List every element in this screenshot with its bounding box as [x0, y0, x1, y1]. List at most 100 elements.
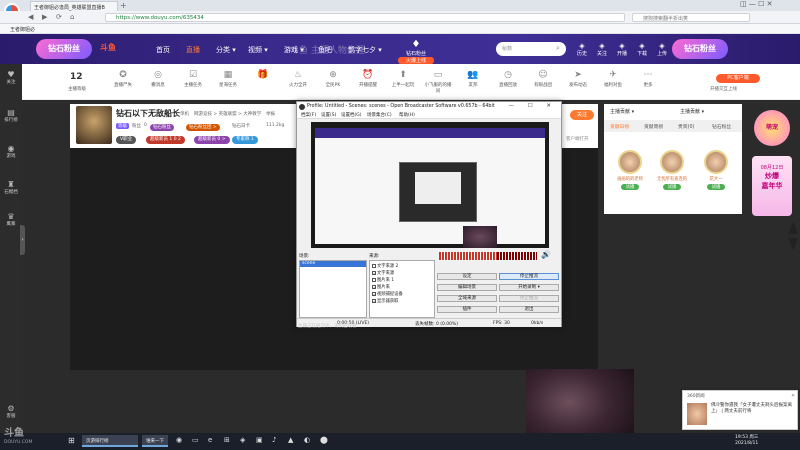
- taskbar-app-icon-6[interactable]: ♪: [272, 436, 276, 444]
- taskbar-task-1[interactable]: 页游排行榜: [82, 435, 138, 447]
- reload-icon[interactable]: ⟳: [56, 13, 62, 21]
- toolbar-item-6[interactable]: ⊕ 全民PK: [318, 70, 348, 88]
- follow-button[interactable]: ◈ 关注: [594, 42, 610, 57]
- nav-item-0[interactable]: 首页: [156, 45, 170, 55]
- toolbar-item-1[interactable]: ◎ 撒消息: [143, 70, 173, 88]
- history-button[interactable]: ◈ 历史: [574, 42, 590, 57]
- scroll-indicator-icon[interactable]: [786, 220, 800, 252]
- panel-tab-0[interactable]: 贡献日榜: [610, 123, 629, 130]
- obs-window-controls[interactable]: — ☐ ✕: [508, 103, 557, 109]
- browser-tab[interactable]: 王者御姐必逢局_英雄联盟直播B: [30, 1, 118, 11]
- header-right-badge[interactable]: 钻石粉丝: [672, 39, 728, 59]
- toolbar-item-0[interactable]: ✪ 直播尸失: [108, 70, 138, 88]
- new-tab-icon[interactable]: +: [120, 1, 127, 10]
- panel-header-left[interactable]: 主播贡献 ▾: [610, 108, 634, 115]
- follow-button[interactable]: 关注: [570, 110, 594, 120]
- sidebar-item-0[interactable]: ♥ 关注: [0, 70, 22, 85]
- sidebar-item-5[interactable]: ⚙ 客服: [0, 404, 22, 419]
- toolbar-item-4[interactable]: 🎁: [248, 70, 278, 82]
- obs-right-button-0[interactable]: 停止推流: [499, 273, 559, 280]
- douyu-logo[interactable]: 斗鱼: [100, 42, 116, 53]
- window-controls[interactable]: ◫ — ☐ ✕: [740, 0, 772, 8]
- sources-list[interactable]: 文字来源 2 ✓文字来源 图片来 1 ✓图片来 ✓视频捕捉设备 ✓显示器获取: [369, 260, 435, 318]
- news-notification[interactable]: 360新闻 ✕ 佛冷警你遇我「女子遭丈夫剃头后报案离上」 | 两丈夫前行将: [682, 390, 798, 430]
- start-icon[interactable]: ⊞: [68, 436, 75, 445]
- rank-item-0[interactable]: 画画的的老师 试播: [614, 150, 646, 190]
- chip-fans-club[interactable]: 钻石粉丝团 >: [186, 124, 220, 131]
- source-item-2[interactable]: 图片来 1: [372, 277, 394, 283]
- toolbar-item-13[interactable]: ➤ 发布动态: [563, 70, 593, 88]
- browser-search-input[interactable]: 搜狗搜索翻半折出笑: [632, 13, 750, 22]
- panel-tab-3[interactable]: 钻石粉丝: [712, 123, 731, 130]
- back-icon[interactable]: ◀: [28, 13, 33, 21]
- taskbar-app-icon-7[interactable]: ▲: [288, 436, 293, 444]
- taskbar-app-icon-8[interactable]: ◐: [304, 436, 310, 444]
- streamer-tag-2[interactable]: 超级新员 0 >: [194, 136, 230, 144]
- forward-icon[interactable]: ▶: [42, 13, 47, 21]
- report-link[interactable]: 举报: [266, 111, 275, 117]
- toolbar-item-2[interactable]: ☑ 主播任务: [178, 70, 208, 88]
- pc-client-button[interactable]: PC客户端: [716, 74, 760, 83]
- taskbar-app-icon-0[interactable]: ◉: [176, 436, 182, 444]
- source-checkbox-1[interactable]: ✓: [372, 270, 376, 275]
- scenes-list[interactable]: scene: [299, 260, 367, 318]
- stream-category[interactable]: 单机: [180, 111, 189, 117]
- streamer-tag-1[interactable]: 超级新员 1 0 2: [146, 136, 185, 144]
- search-icon[interactable]: ⌕: [556, 44, 560, 53]
- streamer-avatar[interactable]: [76, 106, 112, 144]
- taskbar-app-icon-2[interactable]: e: [208, 436, 212, 444]
- download-button[interactable]: ◈ 上传: [654, 42, 670, 57]
- panel-header-right[interactable]: 主播贡献 ▾: [680, 108, 704, 115]
- taskbar-app-icon-1[interactable]: ▭: [192, 436, 199, 444]
- ad-badge[interactable]: 萌宠: [754, 110, 790, 146]
- sidebar-item-4[interactable]: ♛ 鹰寨: [0, 212, 22, 227]
- obs-right-button-2[interactable]: 停止推流: [499, 295, 559, 302]
- toolbar-item-12[interactable]: ☺ 有眼战团: [528, 70, 558, 88]
- obs-menu-3[interactable]: 场景集合(C): [367, 112, 392, 118]
- sidebar-item-1[interactable]: ▤ 排行榜: [0, 108, 22, 123]
- obs-preview[interactable]: [311, 122, 549, 248]
- source-item-3[interactable]: ✓图片来: [372, 284, 390, 290]
- streamer-tag-3[interactable]: 专家称 1: [232, 136, 258, 144]
- nav-item-4[interactable]: 游戏 ▾: [284, 45, 304, 55]
- obs-right-button-3[interactable]: 退出: [499, 306, 559, 313]
- source-checkbox-4[interactable]: ✓: [372, 291, 376, 296]
- rank-item-2[interactable]: 花大一 试播: [700, 150, 732, 190]
- notification-text[interactable]: 佛冷警你遇我「女子遭丈夫剃头后报案离上」 | 两丈夫前行将: [711, 403, 795, 415]
- source-item-1[interactable]: ✓文字来源: [372, 270, 394, 276]
- panel-tab-2[interactable]: 贵宾(0): [678, 123, 694, 130]
- close-icon[interactable]: ✕: [791, 393, 795, 399]
- obs-right-button-1[interactable]: 开始录制 ▾: [499, 284, 559, 291]
- open-button[interactable]: ◈ 开播: [614, 42, 630, 57]
- url-input[interactable]: https://www.douyu.com/635434: [105, 13, 625, 22]
- speaker-icon[interactable]: 🔊: [541, 250, 551, 259]
- scene-item[interactable]: scene: [300, 261, 366, 267]
- taskbar-app-icon-3[interactable]: ⊞: [224, 436, 230, 444]
- right-ad[interactable]: 萌宠 08月12日 炒爆 嘉年华: [752, 110, 792, 218]
- bookmark-item[interactable]: 王者御姐必: [10, 26, 35, 33]
- nav-item-5[interactable]: 鱼吧: [318, 45, 332, 55]
- toolbar-item-8[interactable]: ⬆ 上半一起玩: [388, 70, 418, 88]
- source-item-4[interactable]: ✓视频捕捉设备: [372, 291, 403, 297]
- stream-breadcrumb[interactable]: 网游竞技 > 英雄联盟 > 大神教学: [194, 111, 261, 117]
- home-icon[interactable]: ⌂: [70, 13, 74, 21]
- toolbar-item-10[interactable]: 👥 友邦: [458, 70, 488, 88]
- upload-button[interactable]: ◈ 下载: [634, 42, 650, 57]
- streamer-tag-0[interactable]: V职业: [116, 136, 137, 144]
- audio-meter-desktop[interactable]: [497, 252, 537, 260]
- toolbar-item-9[interactable]: ▭ 小飞服的的播间: [423, 70, 453, 94]
- nav-item-2[interactable]: 分类 ▾: [216, 45, 236, 55]
- source-checkbox-5[interactable]: ✓: [372, 298, 376, 303]
- obs-menu-0[interactable]: 档案(F): [301, 112, 316, 118]
- obs-left-button-0[interactable]: 设定: [437, 273, 497, 280]
- taskbar-task-2[interactable]: 谁来一下: [142, 435, 168, 447]
- nav-item-3[interactable]: 视频 ▾: [248, 45, 268, 55]
- obs-menu-1[interactable]: 设置(S): [321, 112, 336, 118]
- nav-item-6[interactable]: 鹊字七夕 ▾: [348, 45, 382, 55]
- source-checkbox-3[interactable]: ✓: [372, 284, 376, 289]
- rank-item-1[interactable]: 无忧所有直连的 试播: [656, 150, 688, 190]
- site-logo[interactable]: 钻石粉丝: [36, 39, 92, 59]
- toolbar-item-5[interactable]: ♨ 火力全开: [283, 70, 313, 88]
- taskbar-clock[interactable]: 19:53 周三 2021/8/11: [735, 435, 758, 447]
- toolbar-item-3[interactable]: ▦ 星海任务: [213, 70, 243, 88]
